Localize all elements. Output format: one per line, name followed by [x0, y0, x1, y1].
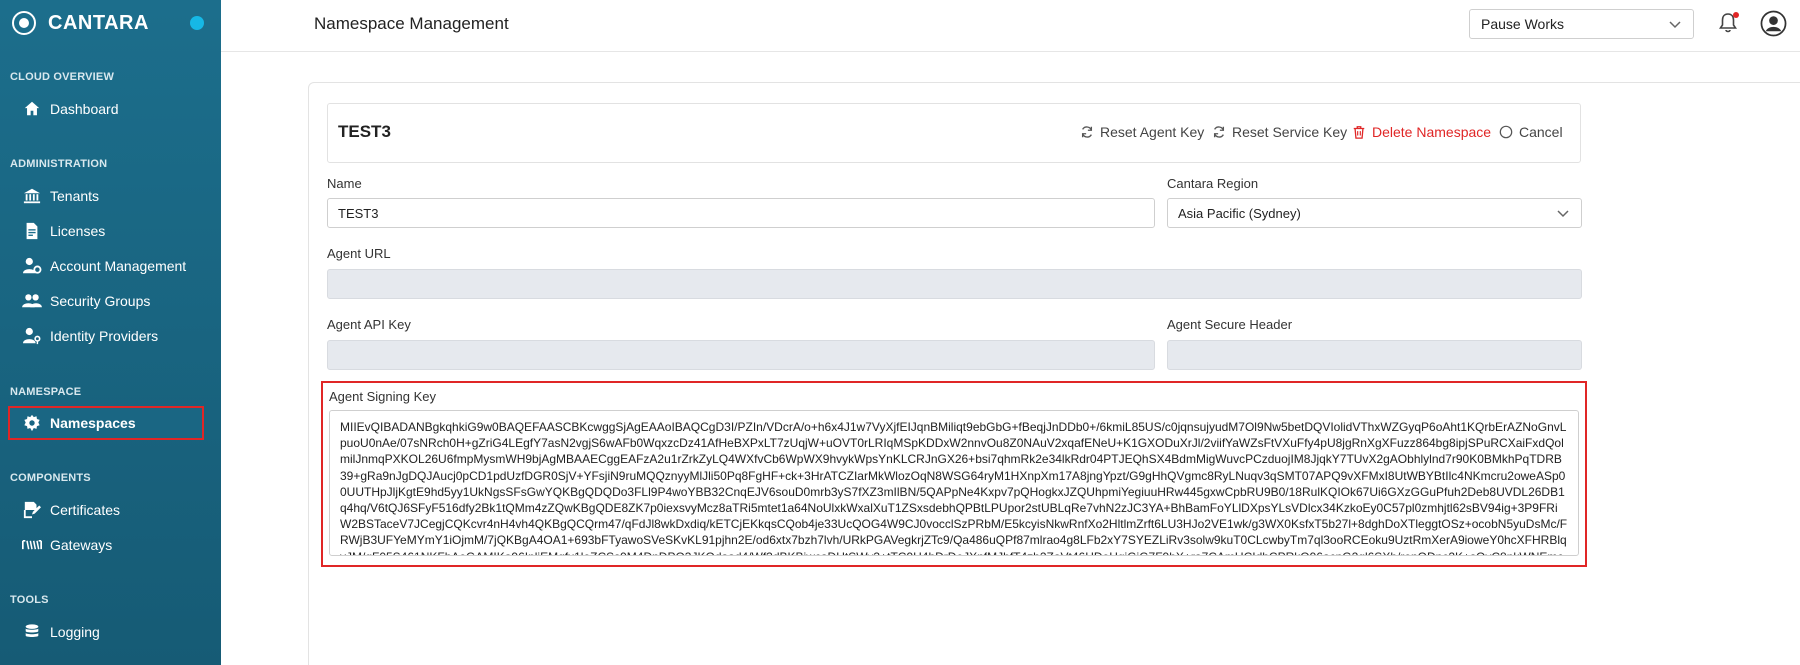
delete-namespace-button[interactable]: Delete Namespace [1352, 124, 1491, 140]
cancel-button[interactable]: Cancel [1499, 124, 1563, 140]
sidebar: CANTARA CLOUD OVERVIEW Dashboard ADMINIS… [0, 0, 221, 665]
agent-api-key-field[interactable] [327, 340, 1155, 370]
section-title-cloud-overview: CLOUD OVERVIEW [10, 71, 115, 83]
sidebar-item-label: Account Management [50, 257, 187, 274]
topbar: Namespace Management Pause Works [221, 0, 1800, 52]
chevron-down-icon [1667, 16, 1683, 35]
sidebar-item-licenses[interactable]: Licenses [0, 213, 221, 248]
sidebar-item-account-management[interactable]: Account Management [0, 248, 221, 283]
users-icon [22, 291, 42, 311]
sidebar-item-logging[interactable]: Logging [0, 614, 221, 649]
signing-key-highlight: Agent Signing Key MIIEvQIBADANBgkqhkiG9w… [321, 381, 1587, 567]
gear-icon [22, 413, 42, 433]
refresh-icon [1081, 126, 1093, 138]
name-field-value: TEST3 [338, 205, 379, 221]
refresh-icon [1213, 126, 1225, 138]
sidebar-item-label: Gateways [50, 536, 113, 553]
brand[interactable]: CANTARA [0, 0, 221, 46]
user-avatar-icon[interactable] [1760, 10, 1787, 37]
document-icon [22, 221, 42, 241]
status-dot-icon [190, 16, 204, 30]
home-icon [22, 99, 42, 119]
name-field[interactable]: TEST3 [327, 198, 1155, 228]
certificate-icon [22, 500, 42, 520]
sidebar-item-identity-providers[interactable]: Identity Providers [0, 318, 221, 353]
name-label: Name [327, 176, 362, 191]
signing-key-textarea[interactable]: MIIEvQIBADANBgkqhkiG9w0BAQEFAASCBKcwggSj… [329, 410, 1579, 556]
agent-url-label: Agent URL [327, 246, 391, 261]
circle-icon [1499, 125, 1513, 139]
database-icon [22, 622, 42, 642]
cancel-label: Cancel [1519, 124, 1563, 140]
sidebar-item-label: Tenants [50, 187, 100, 204]
reset-agent-key-button[interactable]: Reset Agent Key [1080, 124, 1204, 140]
namespace-card: TEST3 Reset Agent Key Reset Service Key … [308, 82, 1800, 665]
gateway-icon [22, 535, 42, 555]
sidebar-item-label: Licenses [50, 222, 106, 239]
agent-api-key-label: Agent API Key [327, 317, 411, 332]
namespace-title: TEST3 [338, 122, 391, 141]
sidebar-item-label: Dashboard [50, 100, 119, 117]
region-select[interactable]: Asia Pacific (Sydney) [1167, 198, 1582, 228]
sidebar-item-label: Certificates [50, 501, 121, 518]
notification-bell-icon[interactable] [1718, 12, 1740, 34]
section-title-namespace: NAMESPACE [10, 386, 82, 398]
agent-secure-header-field[interactable] [1167, 340, 1582, 370]
main-content: Namespace Management Pause Works TEST3 R… [221, 0, 1800, 665]
reset-service-key-button[interactable]: Reset Service Key [1212, 124, 1347, 140]
namespace-header: TEST3 Reset Agent Key Reset Service Key … [327, 103, 1581, 163]
sidebar-item-tenants[interactable]: Tenants [0, 178, 221, 213]
bank-icon [22, 186, 42, 206]
page-title: Namespace Management [314, 14, 509, 33]
signing-key-label: Agent Signing Key [329, 389, 436, 404]
sidebar-item-namespaces[interactable]: Namespaces [8, 406, 204, 440]
sidebar-item-label: Logging [50, 623, 100, 640]
sidebar-item-label: Identity Providers [50, 327, 159, 344]
sidebar-item-label: Security Groups [50, 292, 151, 309]
region-select-value: Asia Pacific (Sydney) [1178, 205, 1301, 221]
workspace-select[interactable]: Pause Works [1469, 9, 1694, 39]
sidebar-item-gateways[interactable]: Gateways [0, 527, 221, 562]
cantara-logo-icon [12, 11, 36, 35]
sidebar-item-certificates[interactable]: Certificates [0, 492, 221, 527]
region-label: Cantara Region [1167, 176, 1259, 191]
user-key-icon [22, 326, 42, 346]
workspace-select-value: Pause Works [1481, 16, 1564, 32]
reset-agent-key-label: Reset Agent Key [1100, 124, 1205, 140]
notification-dot [1733, 12, 1739, 18]
chevron-down-icon [1555, 205, 1571, 224]
sidebar-item-label: Namespaces [50, 415, 136, 431]
agent-secure-header-label: Agent Secure Header [1167, 317, 1293, 332]
section-title-tools: TOOLS [10, 594, 49, 606]
section-title-administration: ADMINISTRATION [10, 158, 108, 170]
agent-url-field[interactable] [327, 269, 1582, 299]
brand-name: CANTARA [48, 11, 149, 34]
trash-icon [1353, 126, 1365, 139]
reset-service-key-label: Reset Service Key [1232, 124, 1348, 140]
delete-namespace-label: Delete Namespace [1372, 124, 1492, 140]
sidebar-item-dashboard[interactable]: Dashboard [0, 91, 221, 126]
sidebar-item-security-groups[interactable]: Security Groups [0, 283, 221, 318]
user-cog-icon [22, 256, 42, 276]
section-title-components: COMPONENTS [10, 472, 91, 484]
